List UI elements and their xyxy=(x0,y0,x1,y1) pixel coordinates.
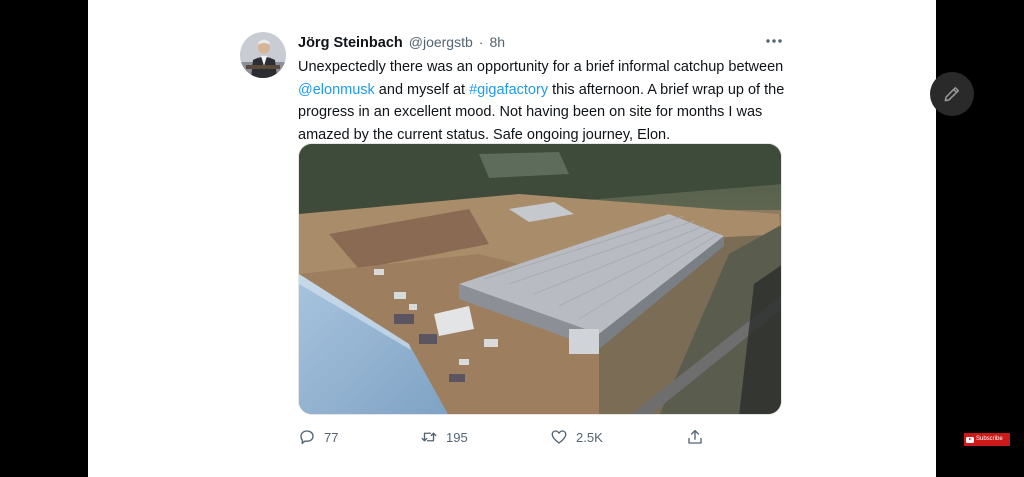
mention-link[interactable]: @elonmusk xyxy=(298,82,375,98)
avatar[interactable] xyxy=(240,32,286,78)
share-button[interactable] xyxy=(686,424,704,450)
more-options-button[interactable] xyxy=(764,32,784,50)
subscribe-button[interactable]: Subscribe xyxy=(964,433,1010,446)
pencil-icon xyxy=(944,87,959,102)
more-horizontal-icon xyxy=(766,39,782,43)
reply-button[interactable]: 77 xyxy=(298,424,338,450)
retweet-icon xyxy=(421,432,437,442)
reply-count: 77 xyxy=(324,429,339,445)
heart-icon xyxy=(551,430,567,444)
like-count: 2.5K xyxy=(576,429,603,445)
subscribe-label: Subscribe xyxy=(976,436,1003,442)
author-handle[interactable]: @joergstb xyxy=(409,34,473,50)
youtube-logo-icon xyxy=(966,436,974,443)
retweet-button[interactable]: 195 xyxy=(420,424,468,450)
tweet-time[interactable]: 8h xyxy=(489,34,505,50)
tweet-text-part: and myself at xyxy=(374,81,470,98)
tweet-photo[interactable] xyxy=(298,143,782,415)
separator-dot: · xyxy=(478,34,484,50)
retweet-count: 195 xyxy=(446,429,468,445)
aerial-factory-photo xyxy=(299,144,781,414)
tweet-text-part: Unexpectedly there was an opportunity fo… xyxy=(298,59,784,75)
like-button[interactable]: 2.5K xyxy=(550,424,603,450)
tweet-text: Unexpectedly there was an opportunity fo… xyxy=(298,56,798,146)
tweet-actions: 77 195 2.5K xyxy=(298,424,738,450)
reply-icon xyxy=(300,430,314,445)
hashtag-link[interactable]: #gigafactory xyxy=(469,82,548,98)
avatar-image xyxy=(240,32,286,78)
tweet-header: Jörg Steinbach @joergstb · 8h xyxy=(298,34,505,54)
author-name[interactable]: Jörg Steinbach xyxy=(298,35,403,51)
share-icon xyxy=(688,429,702,444)
edit-button[interactable] xyxy=(930,72,974,116)
